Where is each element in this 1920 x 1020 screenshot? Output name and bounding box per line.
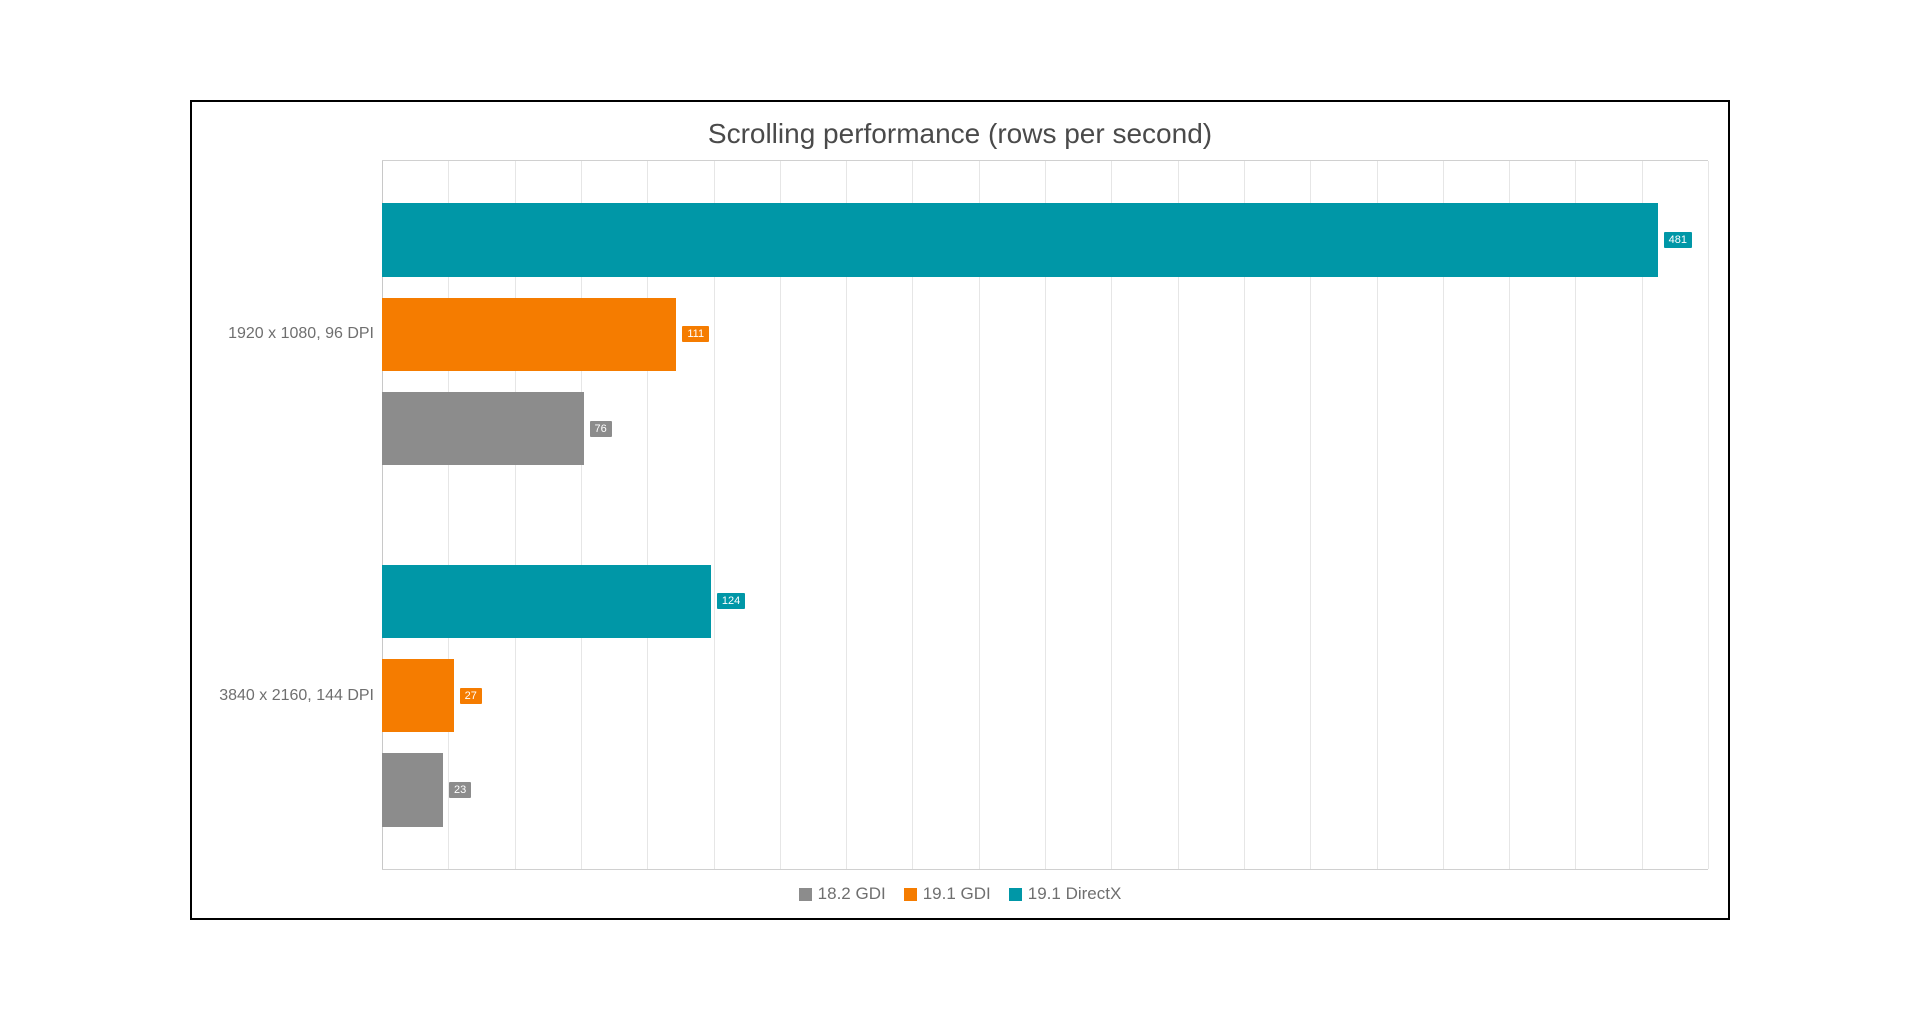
category-label: 3840 x 2160, 144 DPI — [219, 687, 374, 705]
bar-value-label: 76 — [590, 421, 612, 437]
chart-title: Scrolling performance (rows per second) — [212, 112, 1708, 160]
legend-swatch — [1009, 888, 1022, 901]
chart-container: Scrolling performance (rows per second) … — [190, 100, 1730, 920]
legend-label: 19.1 GDI — [923, 884, 991, 904]
bar-fill — [382, 659, 454, 732]
legend: 18.2 GDI 19.1 GDI 19.1 DirectX — [212, 870, 1708, 908]
legend-item: 19.1 DirectX — [1009, 884, 1122, 904]
gridline — [1708, 161, 1709, 869]
bar: 124 — [382, 565, 1708, 638]
bar-fill — [382, 203, 1658, 276]
y-axis-labels: 1920 x 1080, 96 DPI 3840 x 2160, 144 DPI — [212, 160, 382, 870]
legend-label: 19.1 DirectX — [1028, 884, 1122, 904]
legend-item: 19.1 GDI — [904, 884, 991, 904]
bar-value-label: 124 — [717, 593, 745, 609]
bar-value-label: 111 — [682, 326, 709, 342]
bar-fill — [382, 565, 711, 638]
bar-value-label: 481 — [1664, 232, 1692, 248]
legend-label: 18.2 GDI — [818, 884, 886, 904]
plot-area: 481 111 76 124 27 23 — [382, 160, 1708, 870]
bar-fill — [382, 392, 584, 465]
category-label: 1920 x 1080, 96 DPI — [228, 325, 374, 343]
bar: 76 — [382, 392, 1708, 465]
legend-swatch — [799, 888, 812, 901]
legend-item: 18.2 GDI — [799, 884, 886, 904]
bar: 481 — [382, 203, 1708, 276]
bar: 27 — [382, 659, 1708, 732]
plot-row: 1920 x 1080, 96 DPI3840 x 2160, 144 DPI … — [212, 160, 1708, 870]
bar: 23 — [382, 753, 1708, 826]
bar-fill — [382, 298, 676, 371]
bar: 111 — [382, 298, 1708, 371]
bar-value-label: 23 — [449, 782, 471, 798]
bar-value-label: 27 — [460, 688, 482, 704]
legend-swatch — [904, 888, 917, 901]
bar-fill — [382, 753, 443, 826]
